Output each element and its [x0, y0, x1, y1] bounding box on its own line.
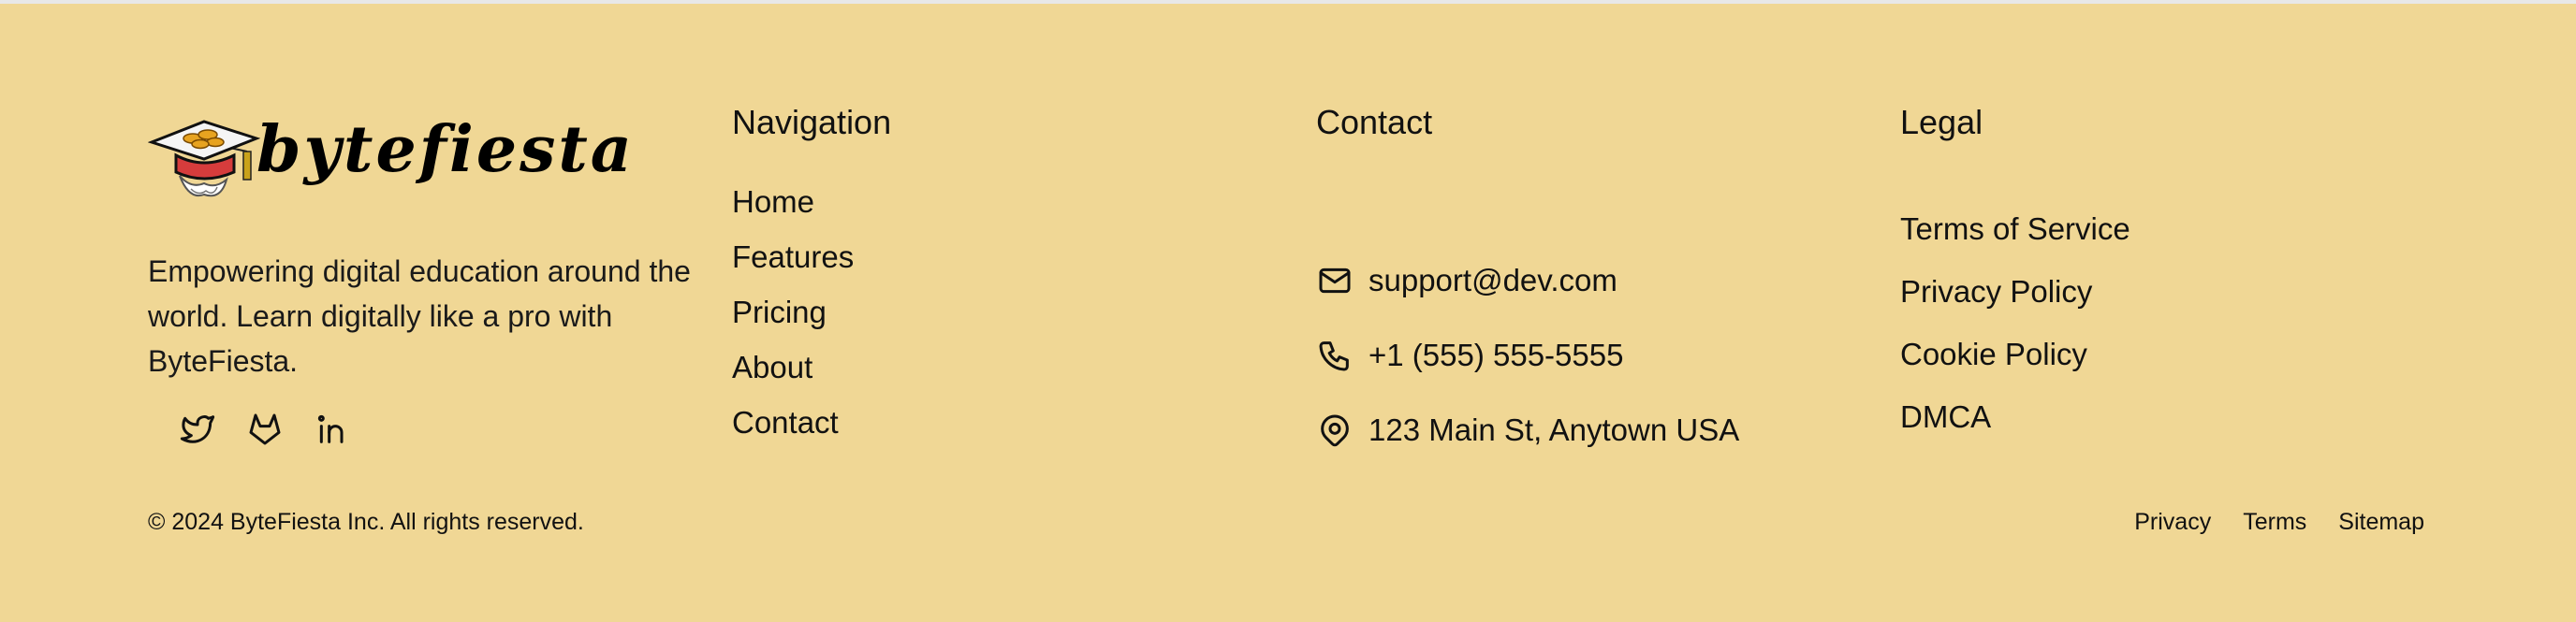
bytefiesta-logo[interactable]: bytefiesta — [148, 114, 632, 208]
legal-list: Terms of Service Privacy Policy Cookie P… — [1900, 206, 2130, 456]
contact-address: 123 Main St, Anytown USA — [1368, 412, 1740, 447]
linkedin-icon — [317, 414, 344, 443]
nav-link-features[interactable]: Features — [732, 236, 854, 291]
bottom-link-sitemap[interactable]: Sitemap — [2338, 509, 2424, 536]
legal-link-privacy-policy[interactable]: Privacy Policy — [1900, 268, 2130, 331]
twitter-link[interactable] — [176, 408, 219, 451]
nav-link-contact[interactable]: Contact — [732, 401, 854, 456]
navigation-list: Home Features Pricing About Contact — [732, 181, 854, 456]
copyright-text: © 2024 ByteFiesta Inc. All rights reserv… — [148, 509, 584, 535]
phone-icon — [1316, 337, 1354, 374]
nav-link-about[interactable]: About — [732, 346, 854, 401]
brand-tagline: Empowering digital education around the … — [148, 254, 691, 378]
twitter-icon — [180, 415, 215, 443]
legal-link-dmca[interactable]: DMCA — [1900, 394, 2130, 456]
mail-icon — [1316, 262, 1354, 299]
contact-heading: Contact — [1316, 103, 1433, 141]
bottom-link-privacy[interactable]: Privacy — [2134, 509, 2211, 536]
legal-link-cookie-policy[interactable]: Cookie Policy — [1900, 331, 2130, 394]
logo-wordmark: bytefiesta — [256, 112, 635, 187]
contact-phone-item[interactable]: +1 (555) 555-5555 — [1316, 318, 1739, 393]
contact-list: support@dev.com +1 (555) 555-5555 123 Ma… — [1316, 243, 1739, 468]
contact-email[interactable]: support@dev.com — [1368, 263, 1617, 298]
bottom-link-terms[interactable]: Terms — [2243, 509, 2306, 536]
nav-link-home[interactable]: Home — [732, 181, 854, 236]
linkedin-link[interactable] — [311, 408, 354, 451]
map-pin-icon — [1316, 412, 1354, 449]
legal-heading: Legal — [1900, 103, 1983, 141]
navigation-heading: Navigation — [732, 103, 892, 141]
contact-phone[interactable]: +1 (555) 555-5555 — [1368, 338, 1623, 373]
gitlab-link[interactable] — [243, 408, 286, 451]
legal-link-terms-of-service[interactable]: Terms of Service — [1900, 206, 2130, 268]
gitlab-icon — [249, 413, 281, 445]
nav-link-pricing[interactable]: Pricing — [732, 291, 854, 346]
social-links — [176, 408, 354, 451]
contact-email-item[interactable]: support@dev.com — [1316, 243, 1739, 318]
graduation-cap-logo-icon — [148, 120, 260, 197]
contact-address-item: 123 Main St, Anytown USA — [1316, 393, 1739, 468]
site-footer: bytefiesta Empowering digital education … — [0, 0, 2576, 622]
bottom-links: Privacy Terms Sitemap — [2134, 509, 2424, 536]
